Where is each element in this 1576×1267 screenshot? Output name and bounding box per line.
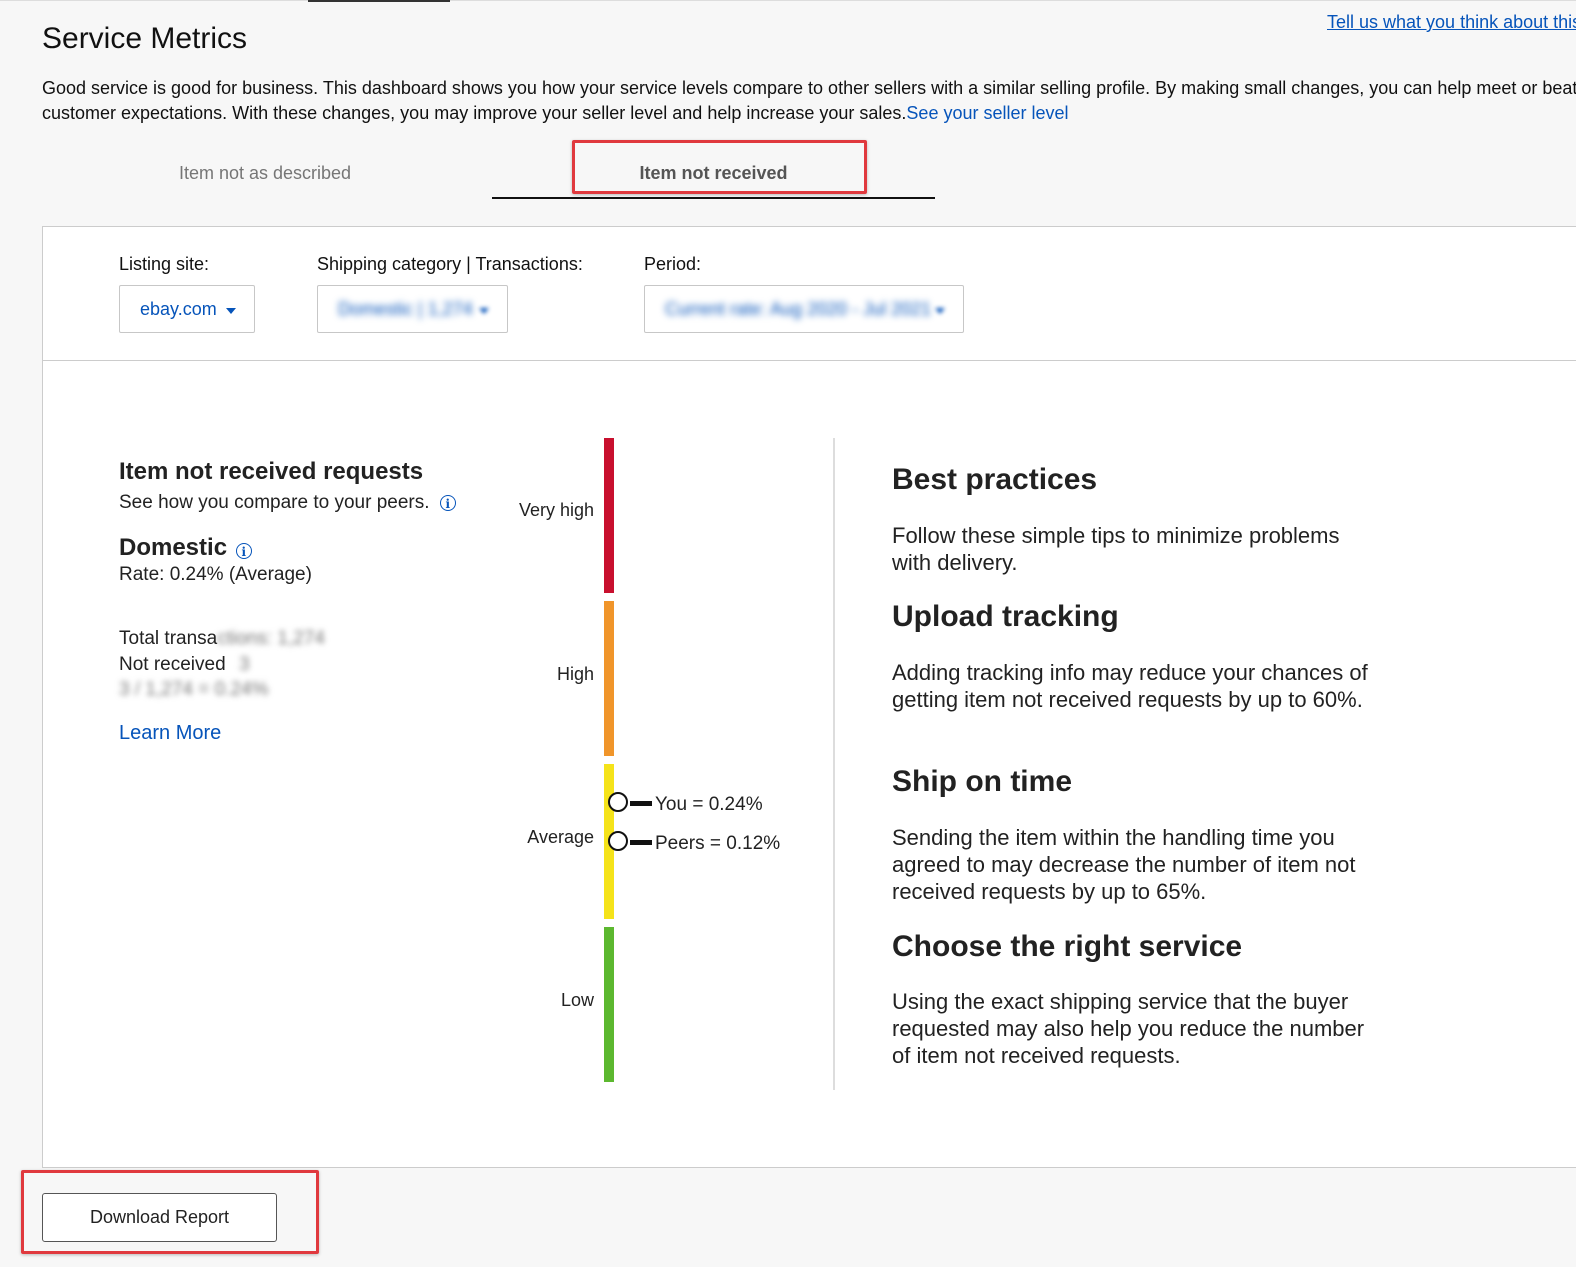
highlight-box-tab [572, 140, 867, 194]
tip-title-upload-tracking: Upload tracking [892, 600, 1119, 633]
summary-subtitle-row: See how you compare to your peers. i [119, 492, 456, 514]
peers-rate-label: Peers = 0.12% [655, 833, 781, 854]
tip-text-ship-on-time: Sending the item within the handling tim… [892, 825, 1356, 904]
summary-title: Item not received requests [119, 458, 424, 485]
intro-text: Good service is good for business. This … [42, 78, 1576, 123]
tip-title-ship-on-time: Ship on time [892, 765, 1072, 798]
highlight-box-download [21, 1170, 319, 1254]
info-icon[interactable]: i [439, 494, 456, 511]
scale-label-low: Low [560, 990, 594, 1010]
not-received-row: Not received 3 [119, 654, 250, 676]
intro-paragraph: Good service is good for business. This … [42, 76, 1576, 126]
summary-subtitle: See how you compare to your peers. [119, 492, 430, 513]
scale-label-average: Average [527, 827, 594, 847]
filter-divider [43, 360, 1576, 361]
best-practices-title: Best practices [892, 463, 1098, 496]
scale-bar-very-high [604, 438, 614, 593]
you-rate-label: You = 0.24% [655, 794, 763, 815]
tip-text-right-service: Using the exact shipping service that th… [892, 989, 1365, 1068]
top-border [0, 0, 1576, 1]
tab-item-not-as-described[interactable]: Item not as described [150, 163, 380, 184]
listing-site-value: ebay.com [140, 299, 217, 319]
you-marker-tick [630, 801, 652, 806]
listing-site-select[interactable]: ebay.com [119, 285, 255, 333]
chevron-down-icon [226, 308, 236, 314]
tip-text-upload-tracking: Adding tracking info may reduce your cha… [892, 660, 1368, 712]
scale-label-very-high: Very high [518, 500, 594, 520]
peers-marker-icon [608, 831, 628, 851]
learn-more-link[interactable]: Learn More [119, 722, 221, 745]
feedback-link[interactable]: Tell us what you think about this [1327, 12, 1576, 33]
period-label: Period: [644, 254, 702, 274]
shipping-category-select[interactable]: Domestic | 1,274 [317, 285, 508, 333]
not-received-label: Not received [119, 654, 226, 675]
tip-title-right-service: Choose the right service [892, 930, 1243, 963]
region-title: Domestic [119, 534, 228, 561]
total-transactions-label: Total transa [119, 628, 218, 649]
top-nav-active-indicator [308, 0, 450, 2]
calculation-text: 3 / 1,274 = 0.24% [119, 679, 269, 700]
chevron-down-icon [479, 308, 489, 314]
section-divider [833, 438, 835, 1090]
see-seller-level-link[interactable]: See your seller level [906, 103, 1068, 123]
period-select[interactable]: Current rate: Aug 2020 - Jul 2021 [644, 285, 964, 333]
page-title: Service Metrics [42, 22, 248, 55]
rate-text: Rate: 0.24% (Average) [119, 564, 312, 585]
shipping-category-label: Shipping category | Transactions: [317, 254, 583, 274]
active-tab-underline [492, 197, 935, 199]
not-received-value: 3 [238, 654, 250, 675]
peers-marker-tick [630, 840, 652, 845]
total-transactions-row: Total transactions: 1,274 [119, 628, 325, 650]
total-transactions-value: ctions: 1,274 [217, 628, 325, 649]
chevron-down-icon [935, 308, 945, 314]
period-value: Current rate: Aug 2020 - Jul 2021 [665, 299, 932, 319]
you-marker-icon [608, 792, 628, 812]
shipping-category-value: Domestic | 1,274 [338, 299, 473, 319]
scale-bar-high [604, 601, 614, 756]
info-icon[interactable]: i [235, 542, 252, 559]
scale-bar-low [604, 927, 614, 1082]
region-heading-row: Domestic i [119, 534, 252, 562]
scale-label-high: High [556, 664, 594, 684]
best-practices-intro: Follow these simple tips to minimize pro… [892, 523, 1340, 575]
listing-site-label: Listing site: [119, 254, 210, 274]
